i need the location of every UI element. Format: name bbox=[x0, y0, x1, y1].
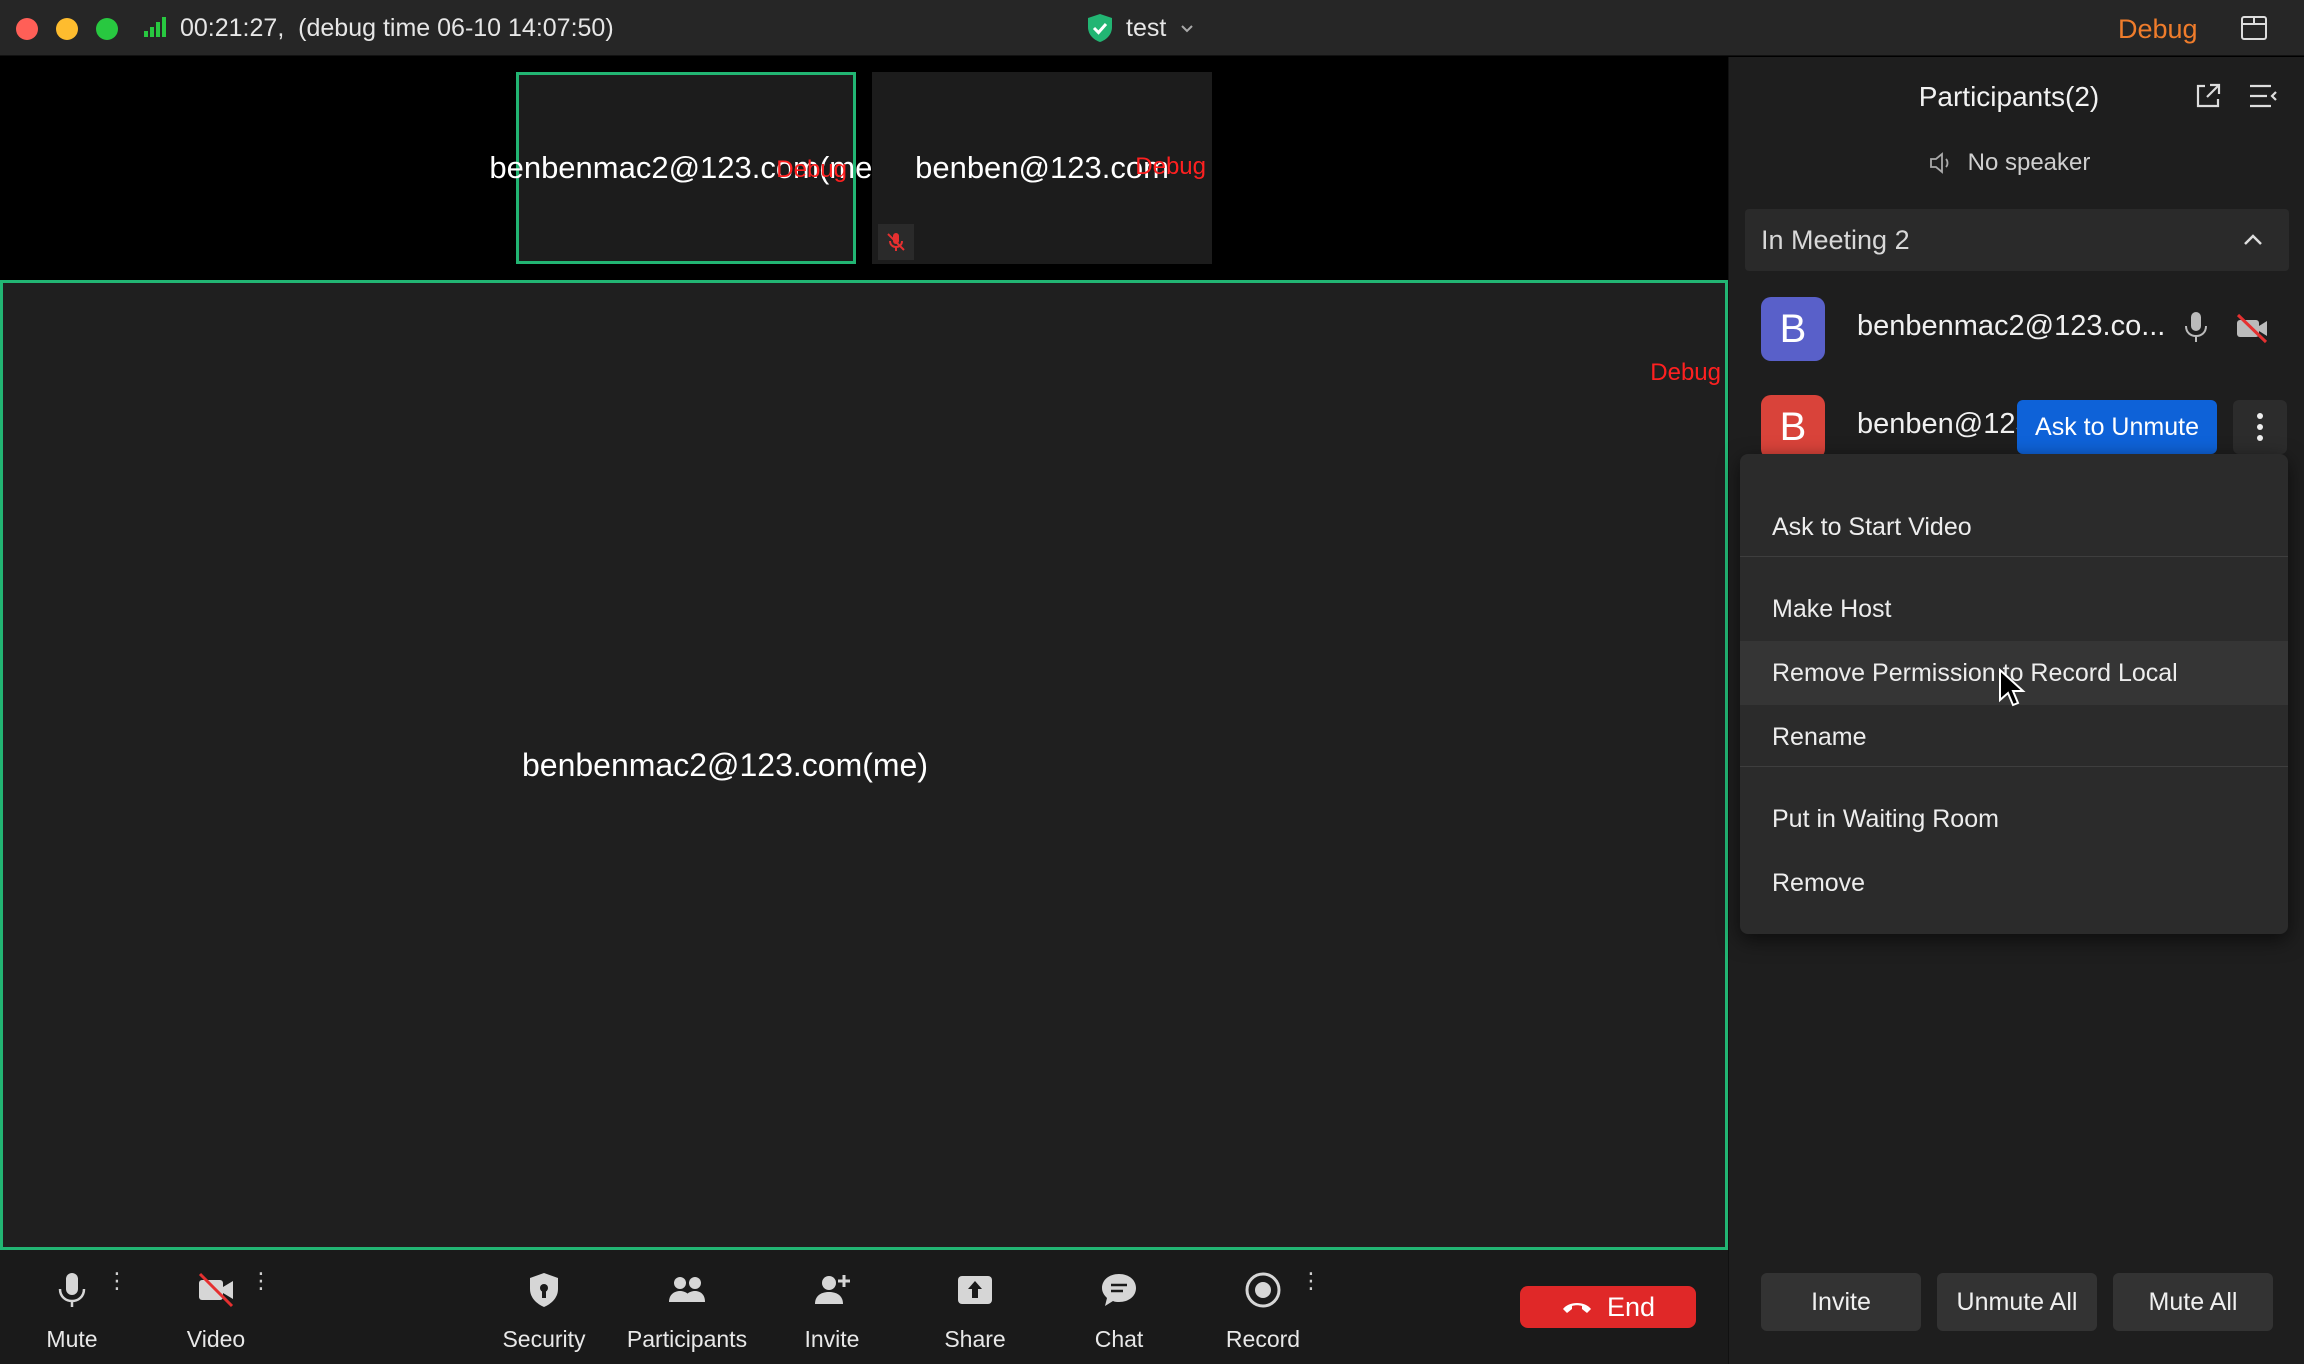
meeting-name: test bbox=[1126, 13, 1167, 42]
meeting-toolbar: Mute ⋮ Video ⋮ Security Participants Inv… bbox=[0, 1250, 1728, 1364]
chat-bubble-icon bbox=[1102, 1274, 1136, 1306]
mute-options-icon[interactable]: ⋮ bbox=[106, 1270, 128, 1292]
participants-icon bbox=[669, 1277, 705, 1302]
video-area: benbenmac2@123.com(me) Debug benben@123.… bbox=[0, 57, 1728, 1250]
meeting-timer: 00:21:27, (debug time 06-10 14:07:50) bbox=[180, 14, 614, 42]
mic-icon bbox=[2185, 312, 2207, 342]
menu-item-waiting-room[interactable]: Put in Waiting Room bbox=[1740, 787, 2288, 851]
menu-divider bbox=[1740, 766, 2288, 767]
zoom-window: 00:21:27, (debug time 06-10 14:07:50) te… bbox=[0, 0, 2304, 1364]
record-options-icon[interactable]: ⋮ bbox=[1300, 1270, 1322, 1292]
invite-participants-button[interactable]: Invite bbox=[1761, 1273, 1921, 1331]
in-meeting-section-header[interactable]: In Meeting 2 bbox=[1745, 209, 2289, 271]
end-meeting-button[interactable]: End bbox=[1520, 1286, 1696, 1328]
ask-to-unmute-button[interactable]: Ask to Unmute bbox=[2017, 400, 2217, 454]
encryption-shield-icon bbox=[1088, 14, 1112, 42]
view-layout-icon[interactable] bbox=[2240, 14, 2268, 42]
hang-up-icon bbox=[1562, 1303, 1591, 1313]
video-thumbnail[interactable]: benbenmac2@123.com(me) Debug bbox=[489, 72, 883, 264]
add-person-icon bbox=[815, 1275, 850, 1304]
menu-divider bbox=[1740, 556, 2288, 557]
thumbnail-name: benben@123.com bbox=[915, 150, 1169, 185]
share-button[interactable]: Share bbox=[940, 1270, 1010, 1354]
menu-item-rename[interactable]: Rename bbox=[1740, 705, 2288, 769]
title-bar: 00:21:27, (debug time 06-10 14:07:50) te… bbox=[0, 0, 2304, 56]
video-button[interactable]: Video ⋮ bbox=[180, 1270, 272, 1354]
video-thumbnail[interactable]: benben@123.com Debug bbox=[872, 72, 1212, 264]
debug-tag: Debug bbox=[776, 156, 847, 183]
panel-footer: Invite Unmute All Mute All bbox=[1729, 1273, 2304, 1333]
meeting-info-button[interactable]: test bbox=[1086, 12, 1196, 44]
mic-icon bbox=[58, 1273, 86, 1307]
connection-signal-icon bbox=[144, 17, 166, 37]
mouse-cursor-icon bbox=[1999, 668, 2026, 707]
mute-all-button[interactable]: Mute All bbox=[2113, 1273, 2273, 1331]
chevron-up-icon bbox=[2244, 234, 2262, 245]
security-button[interactable]: Security bbox=[494, 1270, 594, 1354]
unmute-all-button[interactable]: Unmute All bbox=[1937, 1273, 2097, 1331]
participants-button[interactable]: Participants bbox=[620, 1270, 754, 1354]
menu-item-make-host[interactable]: Make Host bbox=[1740, 577, 2288, 641]
panel-menu-icon[interactable] bbox=[2247, 81, 2279, 111]
pop-out-icon[interactable] bbox=[2193, 81, 2223, 111]
speaker-icon bbox=[1929, 152, 1949, 174]
video-options-icon[interactable]: ⋮ bbox=[250, 1270, 272, 1292]
record-icon bbox=[1245, 1272, 1281, 1308]
active-speaker: No speaker bbox=[1729, 149, 2289, 177]
mute-button[interactable]: Mute ⋮ bbox=[36, 1270, 128, 1354]
muted-mic-icon bbox=[878, 224, 914, 260]
video-off-icon bbox=[2236, 313, 2268, 344]
chat-button[interactable]: Chat bbox=[1086, 1270, 1152, 1354]
more-options-button[interactable] bbox=[2233, 400, 2287, 454]
invite-button[interactable]: Invite bbox=[794, 1270, 870, 1354]
menu-item-ask-start-video[interactable]: Ask to Start Video bbox=[1740, 495, 2288, 559]
avatar: B bbox=[1761, 297, 1825, 361]
debug-time: (debug time 06-10 14:07:50) bbox=[298, 14, 614, 42]
debug-tag: Debug bbox=[1650, 359, 1721, 386]
maximize-window-button[interactable] bbox=[96, 18, 118, 40]
main-video-name: benbenmac2@123.com(me) bbox=[521, 747, 928, 783]
debug-tag: Debug bbox=[1135, 153, 1206, 180]
kebab-icon bbox=[2257, 413, 2263, 441]
minimize-window-button[interactable] bbox=[56, 18, 78, 40]
close-window-button[interactable] bbox=[16, 18, 38, 40]
participant-row[interactable]: B benbenmac2@123.co... bbox=[1729, 289, 2304, 369]
participant-name: benbenmac2@123.co... bbox=[1857, 310, 2166, 342]
security-shield-icon bbox=[530, 1273, 558, 1307]
avatar: B bbox=[1761, 395, 1825, 459]
record-button[interactable]: Record ⋮ bbox=[1224, 1270, 1322, 1354]
debug-label[interactable]: Debug bbox=[2118, 14, 2198, 45]
chevron-down-icon bbox=[1181, 25, 1194, 33]
video-off-icon bbox=[198, 1272, 234, 1308]
participant-name: benben@123 bbox=[1857, 408, 2032, 440]
menu-item-remove[interactable]: Remove bbox=[1740, 851, 2288, 915]
main-video[interactable]: benbenmac2@123.com(me) Debug bbox=[0, 280, 1728, 1250]
share-screen-icon bbox=[958, 1276, 992, 1304]
